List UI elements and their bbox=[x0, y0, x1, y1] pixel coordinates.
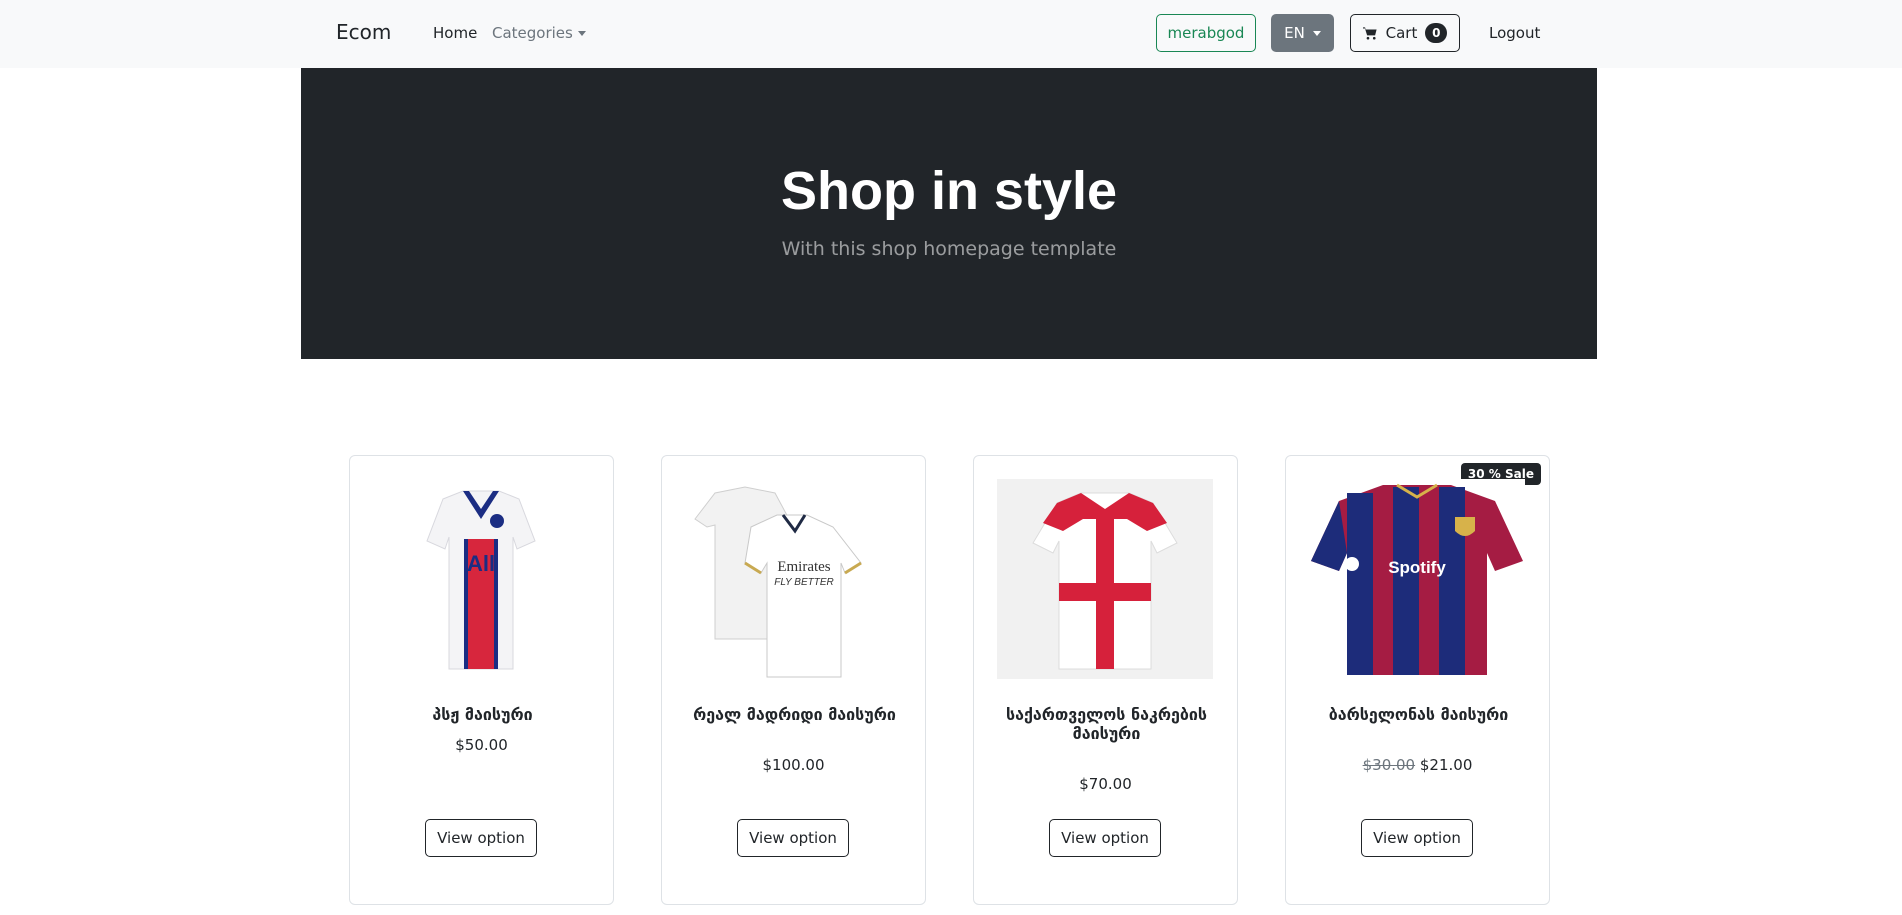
product-name: პსჟ მაისური bbox=[432, 705, 533, 724]
barcelona-jersey-image: Spotify bbox=[1309, 479, 1525, 679]
view-option-button[interactable]: View option bbox=[737, 819, 849, 857]
chevron-down-icon bbox=[1312, 30, 1321, 36]
hero-title: Shop in style bbox=[780, 161, 1118, 221]
product-price: $21.00 bbox=[1419, 756, 1473, 774]
product-card: All პსჟ მაისური $50.00 View option bbox=[349, 455, 614, 905]
svg-text:All: All bbox=[467, 551, 495, 576]
product-card: Emirates FLY BETTER რეალ მადრიდი მაისური… bbox=[661, 455, 926, 905]
product-name: ბარსელონას მაისური bbox=[1328, 705, 1509, 724]
nav-categories-label: Categories bbox=[492, 24, 573, 42]
product-price: $100.00 bbox=[762, 756, 825, 774]
view-option-button[interactable]: View option bbox=[1361, 819, 1473, 857]
product-name: რეალ მადრიდი მაისური bbox=[693, 705, 896, 724]
language-dropdown[interactable]: EN bbox=[1271, 14, 1334, 52]
product-card: 30 % Sale Spotify ბარსელონას მაისური $30… bbox=[1285, 455, 1550, 905]
real-madrid-jersey-image: Emirates FLY BETTER bbox=[685, 479, 901, 679]
svg-text:Emirates: Emirates bbox=[777, 559, 830, 575]
psg-jersey-image: All bbox=[373, 479, 589, 679]
hero-subtitle: With this shop homepage template bbox=[781, 238, 1117, 260]
product-price-group: $30.00 $21.00 bbox=[1286, 756, 1549, 774]
product-card: საქართველოს ნაკრების მაისური $70.00 View… bbox=[973, 455, 1238, 905]
product-name: საქართველოს ნაკრების მაისური bbox=[1006, 705, 1207, 743]
product-old-price: $30.00 bbox=[1362, 756, 1416, 774]
view-option-button[interactable]: View option bbox=[425, 819, 537, 857]
georgia-jersey-image bbox=[997, 479, 1213, 679]
user-profile-button[interactable]: merabgod bbox=[1156, 14, 1256, 52]
chevron-down-icon bbox=[577, 30, 586, 36]
product-price: $50.00 bbox=[455, 736, 508, 754]
svg-text:Spotify: Spotify bbox=[1388, 558, 1446, 577]
product-price: $70.00 bbox=[1079, 775, 1132, 793]
hero-banner: Shop in style With this shop homepage te… bbox=[301, 68, 1597, 359]
nav-home-link[interactable]: Home bbox=[433, 24, 477, 42]
cart-button[interactable]: Cart 0 bbox=[1350, 14, 1460, 52]
logout-link[interactable]: Logout bbox=[1489, 24, 1540, 42]
cart-count-badge: 0 bbox=[1425, 23, 1448, 43]
cart-icon bbox=[1362, 26, 1377, 39]
navbar: Ecom Home Categories merabgod EN Cart 0 … bbox=[0, 0, 1902, 68]
view-option-button[interactable]: View option bbox=[1049, 819, 1161, 857]
brand-logo[interactable]: Ecom bbox=[336, 20, 391, 44]
cart-label: Cart bbox=[1385, 24, 1418, 42]
svg-text:FLY BETTER: FLY BETTER bbox=[774, 577, 833, 588]
language-label: EN bbox=[1284, 24, 1305, 42]
nav-categories-dropdown[interactable]: Categories bbox=[492, 24, 586, 42]
